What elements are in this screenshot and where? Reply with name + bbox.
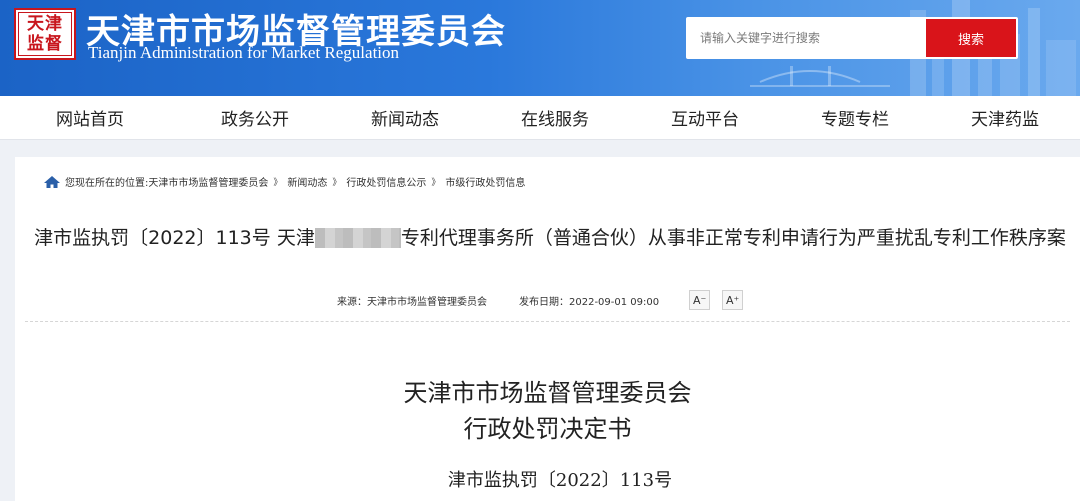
search-button[interactable]: 搜索 — [926, 19, 1016, 57]
search-input[interactable] — [686, 17, 926, 59]
breadcrumb: 您现在所在的位置: 天津市市场监督管理委员会 》 新闻动态 》 行政处罚信息公示… — [43, 174, 525, 189]
breadcrumb-link-penalty-info[interactable]: 行政处罚信息公示 — [346, 174, 426, 189]
main-nav: 网站首页 政务公开 新闻动态 在线服务 互动平台 专题专栏 天津药监 — [0, 96, 1080, 140]
nav-item-special-topics[interactable]: 专题专栏 — [780, 105, 930, 130]
breadcrumb-link-city-penalty[interactable]: 市级行政处罚信息 — [445, 174, 525, 189]
document-org-heading: 天津市市场监督管理委员会 — [403, 379, 692, 407]
redacted-block — [314, 228, 401, 248]
nav-item-drug-regulation[interactable]: 天津药监 — [930, 105, 1080, 130]
content-panel: 您现在所在的位置: 天津市市场监督管理委员会 》 新闻动态 》 行政处罚信息公示… — [15, 157, 1080, 501]
article-source: 来源：天津市市场监督管理委员会 — [337, 296, 487, 308]
site-title-english: Tianjin Administration for Market Regula… — [88, 43, 400, 62]
breadcrumb-separator: 》 — [332, 178, 342, 188]
nav-item-gov-affairs[interactable]: 政务公开 — [180, 105, 330, 130]
seal-logo-text: 天津 监督 — [18, 12, 72, 56]
article-title-part2: 专利代理事务所（普通合伙）从事非正常专利申请行为严重扰乱专利工作秩序案 — [400, 227, 1066, 249]
article-title: 津市监执罚〔2022〕113号 天津 专利代理事务所（普通合伙）从事非正常专利申请… — [25, 223, 1075, 253]
breadcrumb-prefix: 您现在所在的位置: — [65, 178, 149, 189]
nav-item-interaction[interactable]: 互动平台 — [630, 105, 780, 130]
search-box: 搜索 — [686, 17, 1018, 59]
home-icon — [44, 175, 60, 188]
nav-item-online-services[interactable]: 在线服务 — [480, 105, 630, 130]
breadcrumb-separator: 》 — [273, 178, 283, 188]
article-title-part1: 津市监执罚〔2022〕113号 天津 — [34, 227, 315, 249]
nav-item-news[interactable]: 新闻动态 — [330, 105, 480, 130]
breadcrumb-separator: 》 — [431, 178, 441, 188]
site-header: 天津 监督 天津市市场监督管理委员会 Tianjin Administratio… — [0, 0, 1080, 96]
breadcrumb-link-home[interactable]: 天津市市场监督管理委员会 — [148, 174, 268, 189]
breadcrumb-link-news[interactable]: 新闻动态 — [287, 174, 327, 189]
font-decrease-button[interactable]: A⁻ — [689, 290, 711, 310]
divider — [25, 321, 1070, 322]
seal-logo[interactable]: 天津 监督 — [14, 8, 76, 60]
nav-item-home[interactable]: 网站首页 — [0, 105, 180, 130]
font-increase-button[interactable]: A⁺ — [722, 290, 744, 310]
document-type-heading: 行政处罚决定书 — [463, 415, 632, 443]
article-date: 发布日期：2022-09-01 09:00 — [519, 296, 660, 308]
article-meta: 来源：天津市市场监督管理委员会 发布日期：2022-09-01 09:00 A⁻… — [337, 290, 744, 310]
document-number: 津市监执罚〔2022〕113号 — [447, 470, 673, 491]
